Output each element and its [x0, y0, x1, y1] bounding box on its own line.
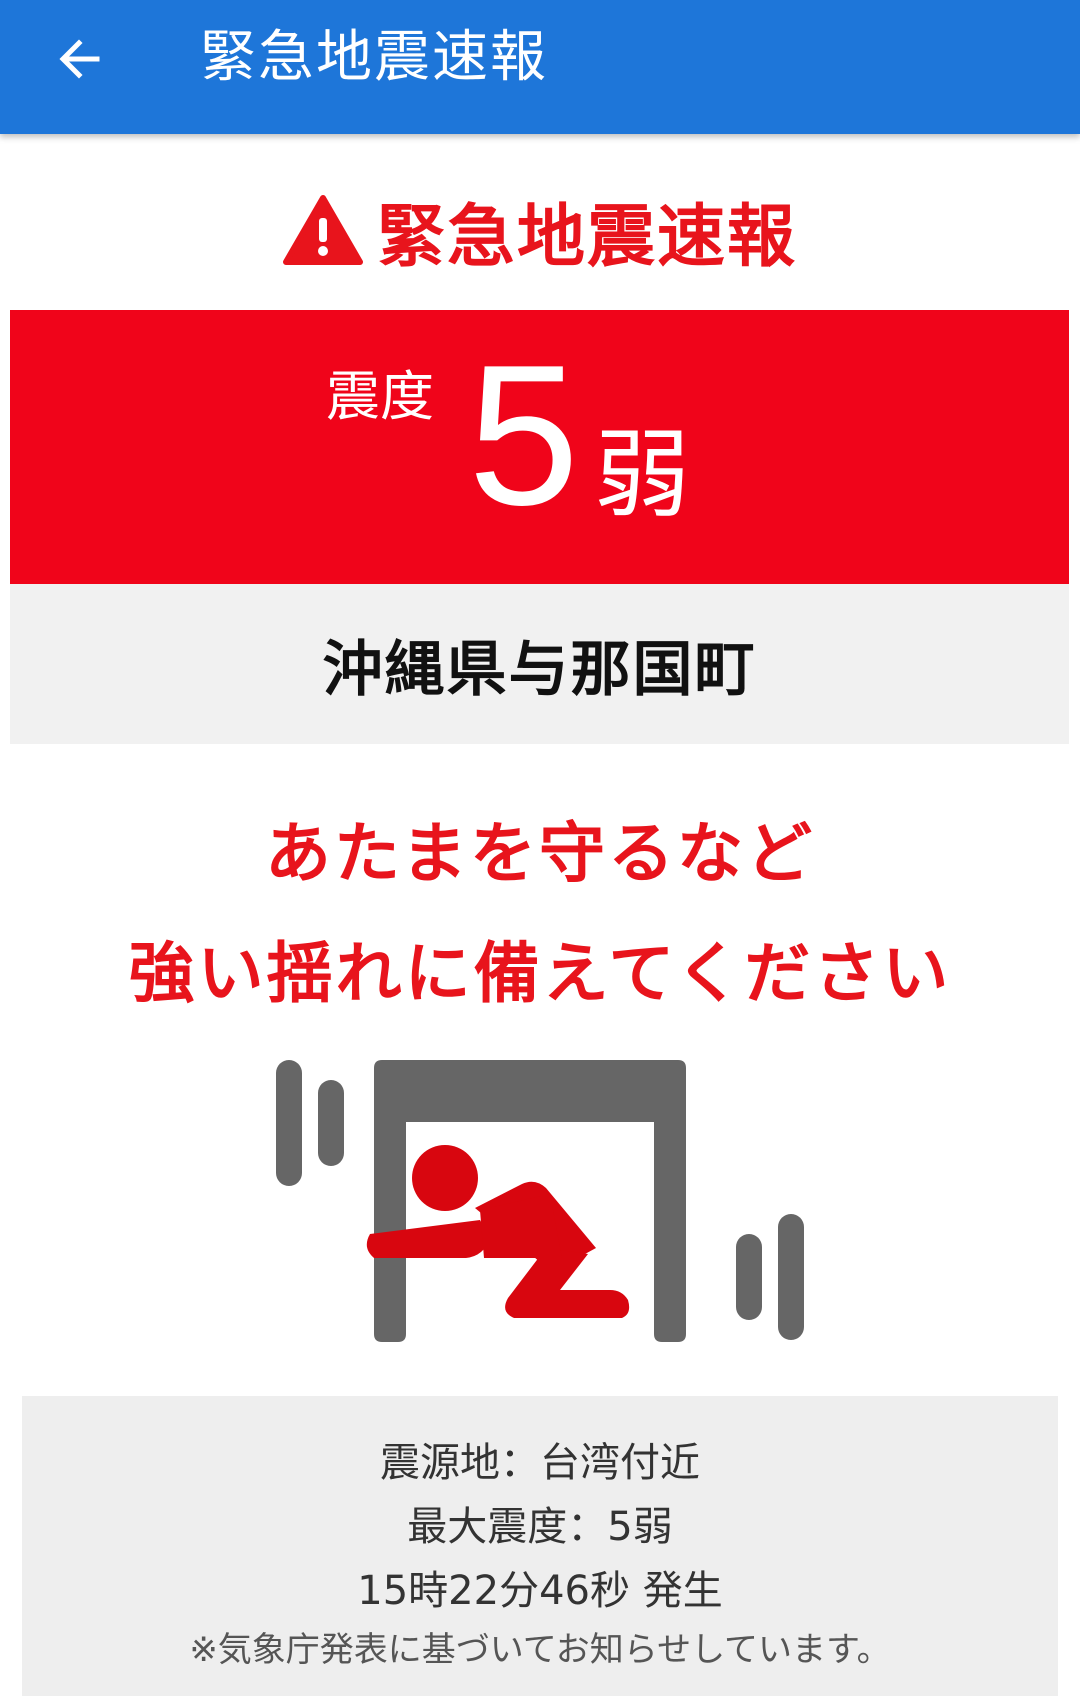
arrow-left-icon [59, 39, 100, 79]
occurrence-time-text: 15時22分46秒 発生 [357, 1568, 723, 1614]
intensity-suffix: 弱 [594, 419, 690, 531]
app-bar: 緊急地震速報 [0, 0, 1080, 134]
warning-text-line-1: あたまを守るなど [264, 815, 816, 892]
warning-text-line-2: 強い揺れに備えてください [128, 935, 952, 1012]
region-name: 沖縄県与那国町 [322, 634, 757, 705]
epicenter-text: 震源地：台湾付近 [380, 1440, 700, 1486]
person-under-table-icon [276, 1060, 804, 1342]
app-title: 緊急地震速報 [200, 25, 548, 90]
max-intensity-text: 最大震度：5弱 [407, 1504, 673, 1550]
alert-header: 緊急地震速報 [0, 180, 1080, 280]
intensity-label: 震度 [326, 365, 434, 428]
warning-triangle-icon [282, 195, 363, 265]
intensity-number: 5 [468, 324, 580, 547]
source-note: ※気象庁発表に基づいてお知らせしています。 [189, 1630, 891, 1670]
back-button[interactable] [44, 24, 114, 94]
region-panel: 沖縄県与那国町 [10, 584, 1069, 744]
alert-title: 緊急地震速報 [376, 197, 797, 277]
